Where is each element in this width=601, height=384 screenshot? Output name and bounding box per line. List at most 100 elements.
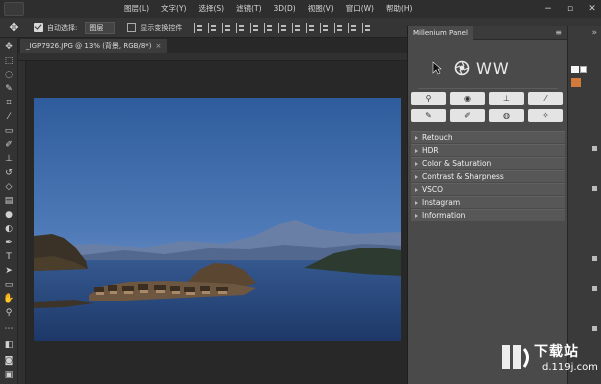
healing-brush-tool-icon[interactable]: ▭ (3, 126, 15, 137)
pencil-button[interactable]: ✐ (450, 109, 485, 122)
section-label: Color & Saturation (422, 159, 492, 168)
color-swatch-icon[interactable]: ◧ (3, 340, 15, 351)
distribute-bottom-icon[interactable] (306, 22, 315, 33)
stamp-button[interactable]: ⊥ (489, 92, 524, 105)
quick-select-tool-icon[interactable]: ✎ (3, 84, 15, 95)
section-label: Retouch (422, 133, 453, 142)
zoom-tool-icon[interactable]: ⚲ (3, 308, 15, 319)
blur-button[interactable]: ◍ (489, 109, 524, 122)
foreground-swatch[interactable] (571, 66, 579, 73)
collapse-panels-icon[interactable]: » (591, 28, 597, 38)
close-icon[interactable]: ✕ (587, 4, 597, 14)
sparkle-wand-button[interactable]: ✧ (528, 109, 563, 122)
eye-button[interactable]: ◉ (450, 92, 485, 105)
cursor-icon (432, 61, 442, 75)
align-right-icon[interactable] (264, 22, 273, 33)
show-transform-checkbox[interactable] (127, 23, 137, 32)
document-image[interactable] (34, 98, 401, 341)
expand-arrow-icon (415, 200, 418, 205)
align-hcenter-icon[interactable] (250, 22, 259, 33)
screen-mode-icon[interactable]: ▣ (3, 370, 15, 381)
align-bottom-icon[interactable] (222, 22, 231, 33)
history-brush-tool-icon[interactable]: ↺ (3, 168, 15, 179)
align-top-icon[interactable] (194, 22, 203, 33)
auto-align-icon[interactable] (362, 22, 371, 33)
marquee-tool-icon[interactable]: ⬚ (3, 56, 15, 67)
menu-window[interactable]: 窗口(W) (340, 0, 380, 18)
auto-select-checkbox[interactable] (34, 23, 43, 32)
section-retouch[interactable]: Retouch (411, 131, 565, 143)
rectangle-tool-icon[interactable]: ▭ (3, 280, 15, 291)
pencil-icon: ✐ (464, 111, 471, 120)
section-instagram[interactable]: Instagram (411, 196, 565, 208)
minimize-icon[interactable]: − (543, 4, 553, 14)
eyedropper-tool-icon[interactable]: ⁄ (3, 112, 15, 123)
crop-tool-icon[interactable]: ⌗ (3, 98, 15, 109)
menu-view[interactable]: 视图(V) (302, 0, 340, 18)
brush-button[interactable]: ✎ (411, 109, 446, 122)
accent-swatch[interactable] (571, 78, 581, 87)
wand-button[interactable]: ⁄ (528, 92, 563, 105)
eraser-tool-icon[interactable]: ◇ (3, 182, 15, 193)
document-tab-title: _IGP7926.JPG @ 13% (背景, RGB/8*) (26, 42, 152, 50)
lock-icon[interactable] (592, 146, 597, 151)
hand-tool-icon[interactable]: ✋ (3, 294, 15, 305)
dodge-tool-icon[interactable]: ◐ (3, 224, 15, 235)
section-hdr[interactable]: HDR (411, 144, 565, 156)
section-contrast-sharpness[interactable]: Contrast & Sharpness (411, 170, 565, 182)
menu-3d[interactable]: 3D(D) (268, 0, 302, 18)
fill-icon[interactable] (592, 186, 597, 191)
path-select-tool-icon[interactable]: ➤ (3, 266, 15, 277)
document-tab[interactable]: _IGP7926.JPG @ 13% (背景, RGB/8*) × (20, 39, 168, 53)
align-vcenter-icon[interactable] (208, 22, 217, 33)
distribute-hcenter-icon[interactable] (334, 22, 343, 33)
move-tool-preset-icon[interactable]: ✥ (0, 18, 28, 38)
distribute-left-icon[interactable] (320, 22, 329, 33)
section-vsco[interactable]: VSCO (411, 183, 565, 195)
section-information[interactable]: Information (411, 209, 565, 221)
expand-arrow-icon (415, 161, 418, 166)
brand-divider (418, 88, 558, 89)
lasso-tool-icon[interactable]: ◌ (3, 70, 15, 81)
more-tools-icon[interactable]: ⋯ (3, 324, 15, 335)
blur-tool-icon[interactable]: ● (3, 210, 15, 221)
distribute-top-icon[interactable] (278, 22, 287, 33)
menu-layer[interactable]: 图层(L) (118, 0, 155, 18)
clone-stamp-tool-icon[interactable]: ⊥ (3, 154, 15, 165)
distribute-vcenter-icon[interactable] (292, 22, 301, 33)
eye-visibility-icon[interactable] (592, 256, 597, 261)
align-left-icon[interactable] (236, 22, 245, 33)
brush-tool-icon[interactable]: ✐ (3, 140, 15, 151)
vertical-ruler[interactable] (18, 61, 26, 384)
panel-title-tab[interactable]: Millenium Panel (408, 25, 473, 40)
expand-arrow-icon (415, 174, 418, 179)
distribute-right-icon[interactable] (348, 22, 357, 33)
panel-button-grid: ⚲ ◉ ⊥ ⁄ ✎ ✐ ◍ ✧ (411, 92, 565, 126)
swatch-small[interactable] (580, 66, 587, 73)
type-tool-icon[interactable]: T (3, 252, 15, 263)
quick-mask-icon[interactable]: ◙ (3, 356, 15, 367)
eye-icon: ◉ (464, 94, 471, 103)
panel-menu-icon[interactable]: ≡ (555, 28, 562, 37)
menu-filter[interactable]: 滤镜(T) (230, 0, 267, 18)
section-color-saturation[interactable]: Color & Saturation (411, 157, 565, 169)
brush-icon: ✎ (425, 111, 432, 120)
auto-select-dropdown[interactable]: 图层 (85, 21, 116, 34)
show-transform-label: 显示变换控件 (140, 23, 183, 32)
menu-help[interactable]: 帮助(H) (380, 0, 419, 18)
layer-options-icon[interactable] (592, 286, 597, 291)
pen-tool-icon[interactable]: ✒ (3, 238, 15, 249)
horizontal-ruler[interactable] (18, 53, 407, 61)
gradient-tool-icon[interactable]: ▤ (3, 196, 15, 207)
menu-type[interactable]: 文字(Y) (155, 0, 192, 18)
button-row: ⚲ ◉ ⊥ ⁄ (411, 92, 565, 105)
menu-list: 图层(L) 文字(Y) 选择(S) 滤镜(T) 3D(D) 视图(V) 窗口(W… (118, 0, 418, 18)
expand-arrow-icon (415, 213, 418, 218)
section-label: Contrast & Sharpness (422, 172, 504, 181)
menu-select[interactable]: 选择(S) (192, 0, 230, 18)
close-tab-icon[interactable]: × (156, 42, 162, 50)
magnify-button[interactable]: ⚲ (411, 92, 446, 105)
delete-layer-icon[interactable] (592, 326, 597, 331)
maximize-icon[interactable]: ▫ (565, 4, 575, 14)
move-tool-icon[interactable]: ✥ (3, 42, 15, 53)
